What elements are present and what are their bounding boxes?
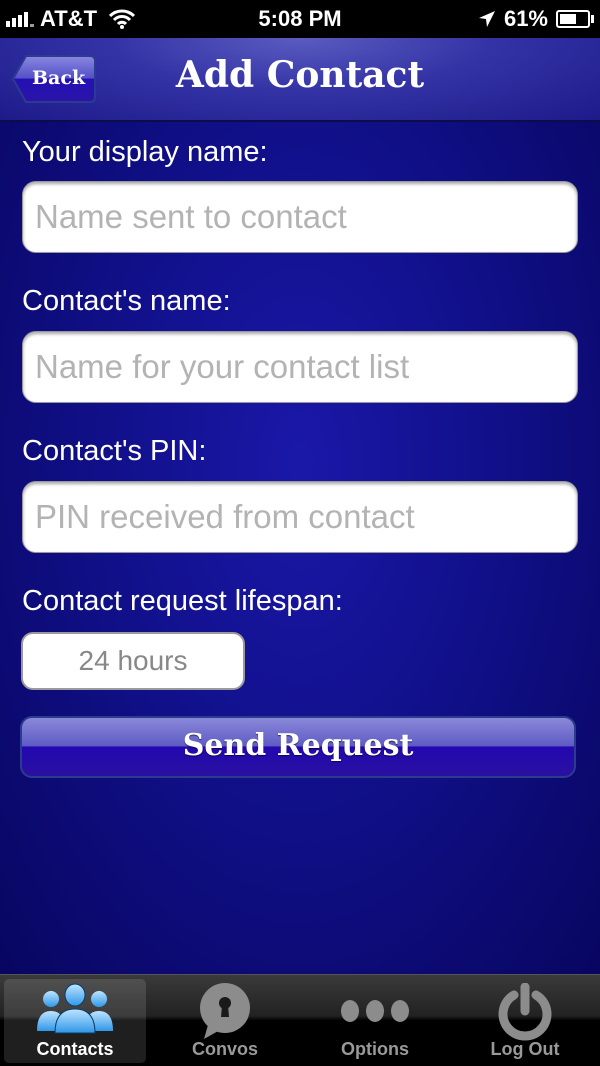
contact-pin-label: Contact's PIN: xyxy=(22,435,207,467)
tab-options[interactable]: Options xyxy=(304,979,446,1063)
page-title: Add Contact xyxy=(175,54,425,96)
power-icon xyxy=(498,983,552,1041)
battery-percent: 61% xyxy=(503,6,548,31)
battery-icon xyxy=(556,10,594,28)
tab-contacts-label: Contacts xyxy=(36,1039,114,1059)
display-name-input[interactable] xyxy=(23,182,577,252)
add-contact-form: Your display name: Contact's name: Conta… xyxy=(0,122,600,974)
location-arrow-icon xyxy=(478,11,495,27)
tab-bar: Contacts Convos Options Log Out xyxy=(0,974,600,1066)
contact-name-input[interactable] xyxy=(23,332,577,402)
send-request-button[interactable]: Send Request xyxy=(20,716,576,778)
status-bar: AT&T 5:08 PM 61% xyxy=(0,0,600,38)
lifespan-selector[interactable]: 24 hours xyxy=(21,632,245,690)
contact-name-label: Contact's name: xyxy=(22,285,231,317)
display-name-field-wrapper xyxy=(22,181,578,253)
contact-pin-field-wrapper xyxy=(22,481,578,553)
contacts-icon xyxy=(37,983,113,1034)
tab-convos-label: Convos xyxy=(191,1039,258,1059)
more-dots-icon xyxy=(341,1000,409,1022)
keyhole-speech-bubble-icon xyxy=(200,983,250,1039)
contact-pin-input[interactable] xyxy=(23,482,577,552)
tab-log-out[interactable]: Log Out xyxy=(454,979,596,1063)
tab-convos[interactable]: Convos xyxy=(154,979,296,1063)
tab-options-label: Options xyxy=(341,1039,409,1059)
tab-contacts[interactable]: Contacts xyxy=(4,979,146,1063)
display-name-label: Your display name: xyxy=(22,136,268,168)
contact-name-field-wrapper xyxy=(22,331,578,403)
navigation-bar: Back Add Contact xyxy=(0,38,600,122)
tab-log-out-label: Log Out xyxy=(490,1039,560,1059)
lifespan-label: Contact request lifespan: xyxy=(22,585,343,617)
